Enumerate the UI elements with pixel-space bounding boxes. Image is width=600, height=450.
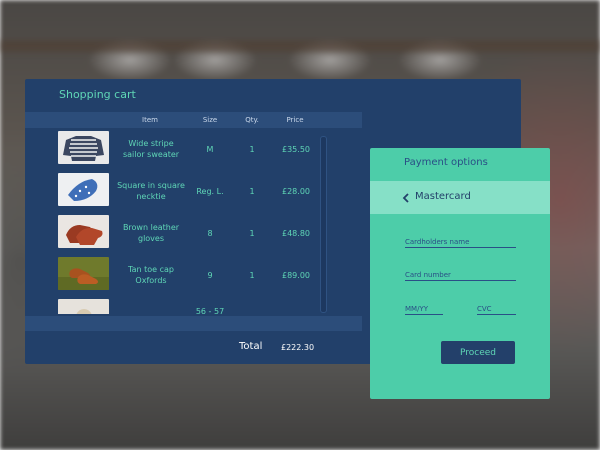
item-name: Wide stripe sailor sweater xyxy=(122,139,180,159)
table-row[interactable]: Straw hat 56 - 57 cm 1 £21.00 xyxy=(25,296,325,314)
total-label: Total xyxy=(239,341,263,352)
item-name: Square in square necktie xyxy=(117,181,185,201)
item-price: £21.00 xyxy=(276,296,316,315)
card-number-field[interactable]: Card number xyxy=(405,271,516,281)
item-price: £48.80 xyxy=(282,228,310,238)
shoes-thumbnail xyxy=(58,257,109,290)
cardholder-name-field[interactable]: Cardholders name xyxy=(405,238,516,248)
payment-title: Payment options xyxy=(404,157,488,168)
item-qty[interactable]: 1 xyxy=(239,170,265,212)
expiry-field[interactable]: MM/YY xyxy=(405,305,443,315)
chevron-left-icon[interactable] xyxy=(400,190,412,204)
table-row[interactable]: Square in square necktie Reg. L. 1 £28.0… xyxy=(25,170,325,212)
item-name: Straw hat xyxy=(117,296,185,315)
table-row[interactable]: Wide stripe sailor sweater M 1 £35.50 xyxy=(25,128,325,170)
total-value: £222.30 xyxy=(281,343,315,352)
item-qty[interactable]: 1 xyxy=(239,212,265,254)
cart-table-header: Item Size Qty. Price xyxy=(25,112,362,128)
cart-scrollbar[interactable] xyxy=(320,136,327,313)
item-size: M xyxy=(206,144,214,154)
item-size: 56 - 57 cm xyxy=(195,307,225,314)
item-qty[interactable]: 1 xyxy=(239,254,265,296)
payment-method-selector[interactable]: Mastercard xyxy=(370,181,550,214)
item-qty[interactable]: 1 xyxy=(239,128,265,170)
cart-title: Shopping cart xyxy=(59,88,136,101)
sweater-thumbnail xyxy=(58,131,109,164)
hat-thumbnail xyxy=(58,299,109,314)
table-row[interactable]: Tan toe cap Oxfords 9 1 £89.00 xyxy=(25,254,325,296)
table-row[interactable]: Brown leather gloves 8 1 £48.80 xyxy=(25,212,325,254)
item-size: 8 xyxy=(207,228,213,238)
item-price: £89.00 xyxy=(282,270,310,280)
item-size: 9 xyxy=(207,270,213,280)
item-qty[interactable]: 1 xyxy=(239,296,265,315)
gloves-thumbnail xyxy=(58,215,109,248)
cart-table-footer xyxy=(25,316,362,331)
necktie-thumbnail xyxy=(58,173,109,206)
item-price: £28.00 xyxy=(282,186,310,196)
background-shelf xyxy=(0,40,600,52)
column-size: Size xyxy=(202,116,218,124)
column-price: Price xyxy=(286,116,304,124)
proceed-button[interactable]: Proceed xyxy=(441,341,515,364)
cvc-field[interactable]: CVC xyxy=(477,305,516,315)
payment-options-panel: Payment options Mastercard Cardholders n… xyxy=(370,148,550,399)
item-size: Reg. L. xyxy=(196,186,224,196)
item-name: Brown leather gloves xyxy=(122,223,180,243)
cart-rows[interactable]: Wide stripe sailor sweater M 1 £35.50 Sq… xyxy=(25,128,325,314)
item-price: £35.50 xyxy=(282,144,310,154)
item-name: Tan toe cap Oxfords xyxy=(128,265,174,285)
payment-method-label: Mastercard xyxy=(415,191,471,202)
column-qty: Qty. xyxy=(245,116,259,124)
column-item: Item xyxy=(142,116,158,124)
